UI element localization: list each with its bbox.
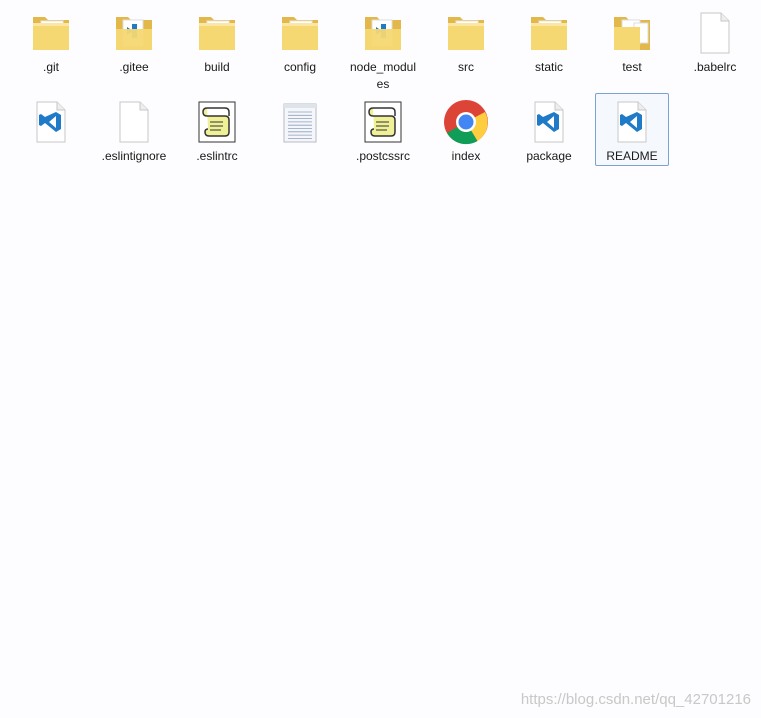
file-item[interactable] bbox=[263, 93, 337, 149]
file-item[interactable]: .babelrc bbox=[678, 4, 752, 77]
folder-icon bbox=[27, 9, 75, 57]
blank-file-icon bbox=[691, 9, 739, 57]
file-item[interactable]: README bbox=[595, 93, 669, 166]
vscode-file-icon bbox=[27, 98, 75, 146]
folder-icon bbox=[276, 9, 324, 57]
file-item[interactable]: src bbox=[429, 4, 503, 77]
folder-icon bbox=[193, 9, 241, 57]
file-item-label: node_modules bbox=[349, 60, 417, 91]
file-explorer-pane: .git .gitee build config node_modules sr… bbox=[0, 0, 761, 718]
file-item-label: index bbox=[451, 149, 481, 163]
file-item-label: .gitee bbox=[119, 60, 149, 74]
file-item[interactable]: package bbox=[512, 93, 586, 166]
watermark-text: https://blog.csdn.net/qq_42701216 bbox=[520, 691, 751, 708]
text-file-icon bbox=[276, 98, 324, 146]
chrome-icon bbox=[442, 98, 490, 146]
file-item-label: static bbox=[534, 60, 563, 74]
file-item-label: .postcssrc bbox=[355, 149, 410, 163]
file-item[interactable]: index bbox=[429, 93, 503, 166]
file-item[interactable]: config bbox=[263, 4, 337, 77]
folder-with-vscode-files-icon bbox=[110, 9, 158, 57]
file-item[interactable]: .postcssrc bbox=[346, 93, 420, 166]
blank-file-icon bbox=[110, 98, 158, 146]
vscode-file-icon bbox=[525, 98, 573, 146]
file-item-label: package bbox=[526, 149, 572, 163]
file-item[interactable]: node_modules bbox=[346, 4, 420, 94]
folder-icon bbox=[525, 9, 573, 57]
file-item[interactable]: static bbox=[512, 4, 586, 77]
folder-icon bbox=[442, 9, 490, 57]
file-item[interactable]: build bbox=[180, 4, 254, 77]
file-item-label: build bbox=[204, 60, 230, 74]
file-item[interactable]: .gitee bbox=[97, 4, 171, 77]
script-file-icon bbox=[359, 98, 407, 146]
file-item-label: README bbox=[606, 149, 658, 163]
folder-with-files-icon bbox=[608, 9, 656, 57]
folder-with-vscode-files-icon bbox=[359, 9, 407, 57]
file-item-label: .eslintrc bbox=[196, 149, 238, 163]
file-item-label: src bbox=[458, 60, 474, 74]
file-item-label: .git bbox=[42, 60, 59, 74]
file-item[interactable]: .eslintignore bbox=[97, 93, 171, 166]
file-item[interactable]: .eslintrc bbox=[180, 93, 254, 166]
file-item-label: test bbox=[622, 60, 642, 74]
script-file-icon bbox=[193, 98, 241, 146]
file-item-label: .babelrc bbox=[693, 60, 737, 74]
file-item-label: .eslintignore bbox=[101, 149, 167, 163]
file-item[interactable]: test bbox=[595, 4, 669, 77]
file-item[interactable] bbox=[14, 93, 88, 149]
vscode-file-icon bbox=[608, 98, 656, 146]
file-item-label: config bbox=[283, 60, 317, 74]
file-item[interactable]: .git bbox=[14, 4, 88, 77]
